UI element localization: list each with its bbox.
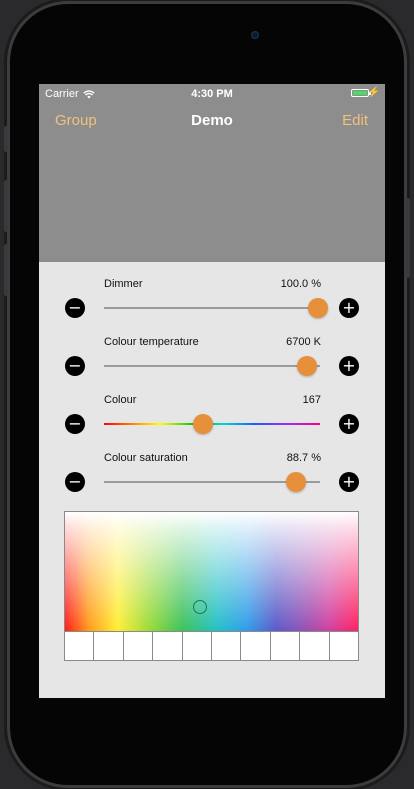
- dimmer-control: Dimmer 100.0 % − +: [39, 278, 385, 336]
- colour-swatch[interactable]: [123, 631, 154, 660]
- colour-temperature-control: Colour temperature 6700 K − +: [39, 336, 385, 394]
- colour-swatch[interactable]: [65, 631, 95, 660]
- plus-circle-icon[interactable]: +: [339, 472, 359, 492]
- volume-down-button: [4, 244, 8, 296]
- colour-saturation-slider-thumb[interactable]: [285, 472, 306, 492]
- plus-circle-icon[interactable]: +: [339, 298, 359, 318]
- colour-temperature-slider-thumb[interactable]: [297, 356, 318, 376]
- mute-switch: [4, 126, 8, 152]
- colour-swatch[interactable]: [182, 631, 213, 660]
- plus-circle-icon[interactable]: +: [339, 356, 359, 376]
- status-bar: Carrier 4:30 PM ⚡: [39, 84, 385, 104]
- power-button: [406, 198, 410, 278]
- swatch-row: [65, 631, 359, 660]
- colour-swatch[interactable]: [153, 631, 183, 660]
- page-title: Demo: [191, 112, 233, 129]
- colour-control: Colour 167 − +: [39, 394, 385, 452]
- colour-temperature-slider-track[interactable]: [104, 365, 320, 367]
- dimmer-slider-thumb[interactable]: [307, 298, 328, 318]
- colour-value: 167: [302, 394, 321, 406]
- dimmer-value: 100.0 %: [280, 278, 321, 290]
- edit-button[interactable]: Edit: [342, 112, 368, 129]
- dimmer-label: Dimmer: [104, 278, 143, 290]
- battery-icon: [351, 89, 371, 97]
- colour-saturation-label: Colour saturation: [104, 452, 188, 464]
- minus-circle-icon[interactable]: −: [65, 472, 85, 492]
- colour-temperature-value: 6700 K: [286, 336, 321, 348]
- status-time: 4:30 PM: [191, 88, 233, 100]
- minus-circle-icon[interactable]: −: [65, 414, 85, 434]
- colour-picker: [64, 511, 359, 661]
- plus-circle-icon[interactable]: +: [339, 414, 359, 434]
- colour-slider-thumb[interactable]: [193, 414, 214, 434]
- colour-saturation-control: Colour saturation 88.7 % − +: [39, 452, 385, 510]
- colour-picker-cursor[interactable]: [193, 600, 207, 614]
- minus-circle-icon[interactable]: −: [65, 356, 85, 376]
- dimmer-slider-track[interactable]: [104, 307, 320, 309]
- app-screen: Carrier 4:30 PM ⚡ Group Demo Edit Dimmer…: [39, 84, 385, 698]
- colour-swatch[interactable]: [241, 631, 271, 660]
- colour-label: Colour: [104, 394, 137, 406]
- front-camera: [251, 31, 259, 39]
- header-area: [39, 138, 385, 262]
- navigation-bar: Group Demo Edit: [39, 104, 385, 138]
- colour-spectrum[interactable]: [65, 512, 358, 631]
- minus-circle-icon[interactable]: −: [65, 298, 85, 318]
- colour-swatch[interactable]: [270, 631, 301, 660]
- colour-swatch[interactable]: [94, 631, 124, 660]
- colour-swatch[interactable]: [300, 631, 330, 660]
- volume-up-button: [4, 180, 8, 232]
- colour-temperature-label: Colour temperature: [104, 336, 199, 348]
- colour-saturation-value: 88.7 %: [286, 452, 321, 464]
- colour-swatch[interactable]: [329, 631, 359, 660]
- bolt-icon: ⚡: [367, 87, 380, 98]
- colour-swatch[interactable]: [212, 631, 242, 660]
